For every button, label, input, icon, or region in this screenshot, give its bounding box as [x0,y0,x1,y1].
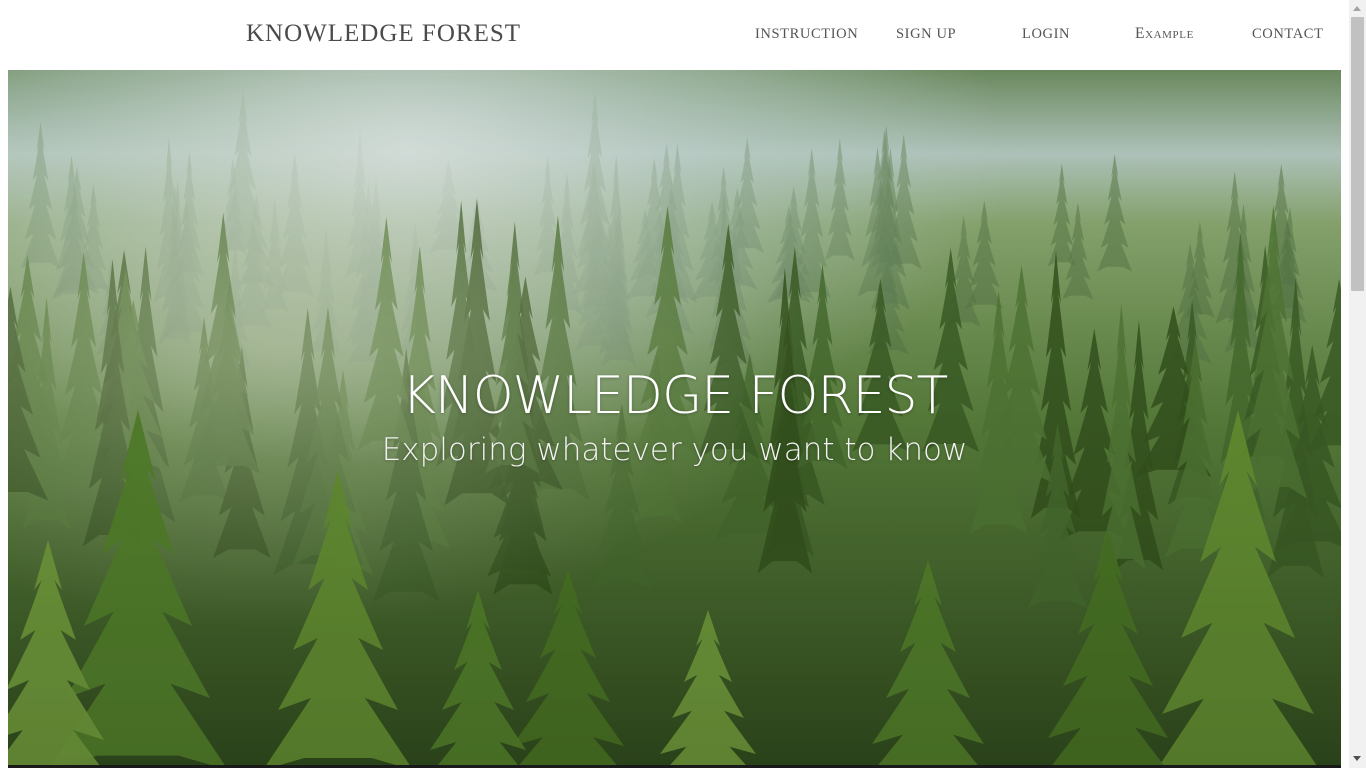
top-navbar: KNOWLEDGE FOREST INSTRUCTION SIGN UP LOG… [8,0,1341,70]
nav-link-contact[interactable]: CONTACT [1252,26,1324,43]
page: KNOWLEDGE FOREST INSTRUCTION SIGN UP LOG… [0,0,1366,768]
scroll-up-arrow-icon[interactable] [1353,6,1361,11]
nav-link-instruction[interactable]: INSTRUCTION [755,26,858,43]
hero-section: KNOWLEDGE FOREST Exploring whatever you … [8,70,1341,768]
nav-link-login[interactable]: LOGIN [1022,26,1070,43]
scrollbar-thumb[interactable] [1351,17,1364,291]
hero-subtitle: Exploring whatever you want to know [381,432,968,468]
scroll-down-arrow-icon[interactable] [1353,756,1361,761]
vertical-scrollbar[interactable] [1349,0,1366,768]
nav-link-example[interactable]: Example [1135,25,1194,43]
brand-logo-link[interactable]: KNOWLEDGE FOREST [246,20,521,48]
nav-link-sign-up[interactable]: SIGN UP [896,26,956,43]
hero-title: KNOWLEDGE FOREST [401,366,949,426]
